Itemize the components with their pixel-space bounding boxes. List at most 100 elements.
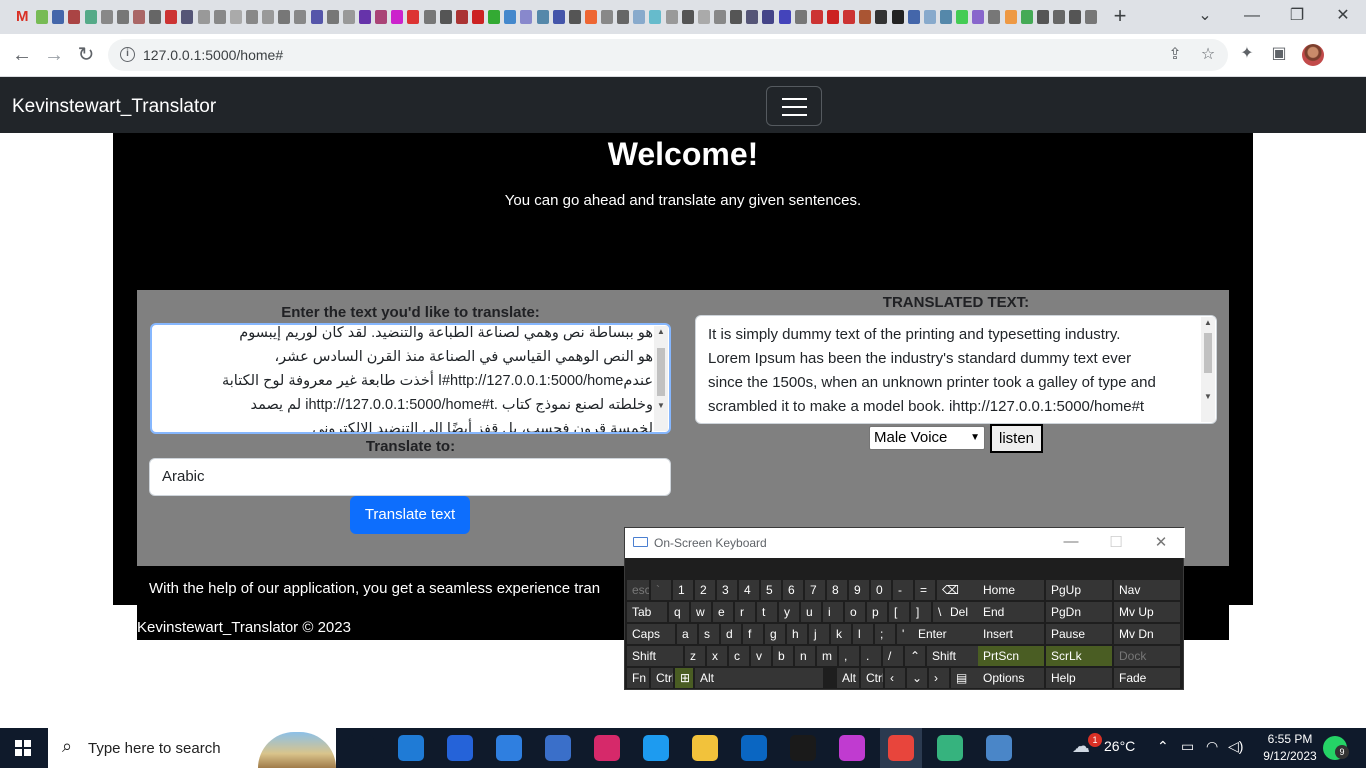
weather-temperature[interactable]: 26°C [1104, 738, 1135, 754]
share-icon[interactable]: ⇪ [1165, 45, 1185, 65]
osk-key[interactable]: t [757, 602, 777, 622]
pinned-tab-favicon-icon[interactable] [1053, 10, 1065, 24]
osk-key[interactable]: - [893, 580, 913, 600]
osk-key[interactable]: e [713, 602, 733, 622]
photos-app-icon[interactable] [545, 735, 571, 761]
osk-key[interactable]: Enter [913, 624, 979, 644]
osk-key[interactable]: Del [945, 602, 979, 622]
osk-key[interactable]: ‹ [885, 668, 905, 688]
instagram-icon[interactable] [594, 735, 620, 761]
linkedin-icon[interactable] [741, 735, 767, 761]
url-text[interactable]: 127.0.0.1:5000/home# [143, 47, 283, 63]
osk-key[interactable]: z [685, 646, 705, 666]
pinned-tab-favicon-icon[interactable] [132, 10, 145, 24]
pinned-tab-favicon-icon[interactable] [423, 10, 436, 24]
pinned-tab-favicon-icon[interactable] [229, 10, 242, 24]
pinned-tab-favicon-icon[interactable] [68, 10, 81, 24]
pinned-tab-favicon-icon[interactable] [988, 10, 1001, 24]
osk-key[interactable]: / [883, 646, 903, 666]
osk-key[interactable]: 3 [717, 580, 737, 600]
osk-key[interactable]: Home [978, 580, 1044, 600]
osk-titlebar[interactable]: On-Screen Keyboard — ☐ ✕ [625, 528, 1185, 558]
pinned-tab-favicon-icon[interactable] [100, 10, 113, 24]
osk-close-icon[interactable]: ✕ [1149, 533, 1173, 551]
pinned-tab-favicon-icon[interactable] [504, 10, 517, 24]
osk-key[interactable]: 2 [695, 580, 715, 600]
navbar-toggle-button[interactable] [766, 86, 822, 126]
pinned-tab-favicon-icon[interactable] [262, 10, 275, 24]
osk-key[interactable]: i [823, 602, 843, 622]
pinned-tab-favicon-icon[interactable] [762, 10, 775, 24]
osk-key[interactable]: ScrLk [1046, 646, 1112, 666]
osk-key[interactable]: [ [889, 602, 909, 622]
extensions-puzzle-icon[interactable]: ✦ [1237, 44, 1257, 64]
pinned-tab-favicon-icon[interactable] [746, 10, 759, 24]
osk-key[interactable]: y [779, 602, 799, 622]
pinned-tab-favicon-icon[interactable] [310, 10, 323, 24]
pinned-tab-favicon-icon[interactable] [859, 10, 872, 24]
pinned-tab-favicon-icon[interactable] [1036, 10, 1049, 24]
osk-key[interactable]: ; [875, 624, 895, 644]
pinned-tab-favicon-icon[interactable] [778, 10, 791, 24]
pinned-tab-favicon-icon[interactable] [197, 10, 210, 24]
pinned-tab-favicon-icon[interactable] [923, 10, 936, 24]
osk-key[interactable]: . [861, 646, 881, 666]
pinned-tab-favicon-icon[interactable] [1004, 10, 1017, 24]
osk-key[interactable]: u [801, 602, 821, 622]
pinned-tab-favicon-icon[interactable] [681, 10, 694, 24]
pinned-tab-favicon-icon[interactable] [633, 10, 646, 24]
osk-key[interactable]: esc [627, 580, 649, 600]
osk-key[interactable]: j [809, 624, 829, 644]
osk-key[interactable]: d [721, 624, 741, 644]
pinned-tab-favicon-icon[interactable] [875, 10, 888, 24]
osk-key[interactable]: f [743, 624, 763, 644]
osk-key[interactable]: 0 [871, 580, 891, 600]
translated-text-output[interactable]: It is simply dummy text of the printing … [695, 315, 1217, 424]
pinned-tab-favicon-icon[interactable] [714, 10, 727, 24]
back-icon[interactable]: ← [9, 42, 35, 68]
scroll-thumb[interactable] [1204, 333, 1212, 373]
osk-key[interactable]: q [669, 602, 689, 622]
taskbar-clock[interactable]: 6:55 PM 9/12/2023 [1256, 731, 1324, 765]
pinned-tab-favicon-icon[interactable] [956, 10, 969, 24]
osk-key[interactable]: Fade [1114, 668, 1180, 688]
osk-key[interactable]: ⊞ [675, 668, 693, 688]
pinned-tab-favicon-icon[interactable] [584, 10, 597, 24]
skype-icon[interactable] [790, 735, 816, 761]
pinned-tab-favicon-icon[interactable] [794, 10, 807, 24]
osk-key[interactable]: a [677, 624, 697, 644]
navbar-brand[interactable]: Kevinstewart_Translator [12, 96, 216, 118]
osk-key[interactable]: ⌄ [907, 668, 927, 688]
scroll-up-arrow-icon[interactable]: ▲ [654, 326, 668, 338]
osk-key[interactable]: Pause [1046, 624, 1112, 644]
osk-key[interactable]: w [691, 602, 711, 622]
mail-icon[interactable] [496, 735, 522, 761]
git-icon[interactable] [937, 735, 963, 761]
osk-key[interactable]: l [853, 624, 873, 644]
scroll-up-arrow-icon[interactable]: ▲ [1201, 317, 1215, 329]
osk-key[interactable]: 7 [805, 580, 825, 600]
pinned-tab-favicon-icon[interactable] [36, 10, 49, 24]
pinned-tab-favicon-icon[interactable] [552, 10, 565, 24]
pinned-tab-favicon-icon[interactable] [181, 10, 194, 24]
pinned-tab-favicon-icon[interactable] [649, 10, 662, 24]
pinned-tab-favicon-icon[interactable] [375, 10, 388, 24]
address-bar[interactable]: i 127.0.0.1:5000/home# ⇪ ☆ [108, 39, 1228, 71]
osk-key[interactable]: Help [1046, 668, 1112, 688]
close-window-icon[interactable]: ✕ [1331, 4, 1355, 28]
osk-key[interactable]: Alt [837, 668, 859, 688]
pinned-tab-favicon-icon[interactable] [471, 10, 484, 24]
pinned-tab-favicon-icon[interactable] [407, 10, 420, 24]
pinned-tab-favicon-icon[interactable] [827, 10, 840, 24]
pinned-tab-favicon-icon[interactable] [536, 10, 549, 24]
osk-key[interactable]: Ctrl [651, 668, 673, 688]
pinned-tab-favicon-icon[interactable] [116, 10, 129, 24]
osk-minimize-icon[interactable]: — [1059, 533, 1083, 550]
pinned-tab-favicon-icon[interactable] [391, 10, 404, 24]
osk-key[interactable]: Shift [927, 646, 979, 666]
chevron-up-icon[interactable]: ⌃ [1157, 738, 1169, 755]
pinned-tab-favicon-icon[interactable] [455, 10, 468, 24]
osk-key[interactable]: Caps [627, 624, 675, 644]
osk-key[interactable]: s [699, 624, 719, 644]
osk-key[interactable]: c [729, 646, 749, 666]
